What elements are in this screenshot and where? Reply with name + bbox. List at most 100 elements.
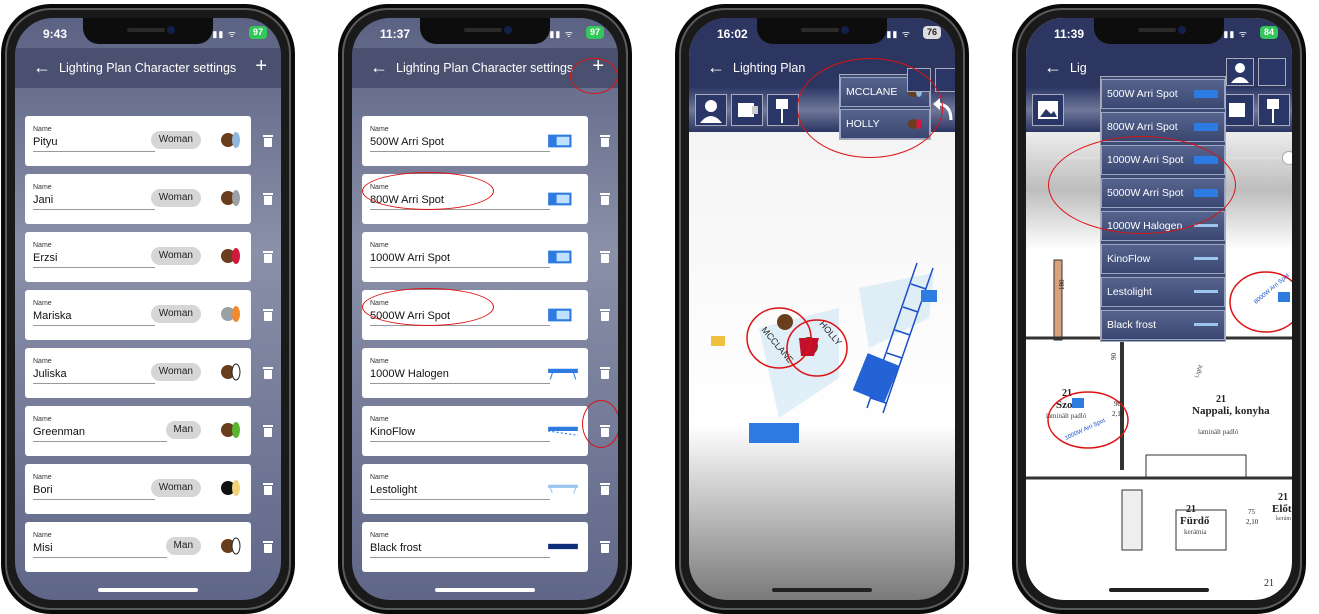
light-list: Name 500W Arri Spot Name 800W Arri Spot … <box>352 88 618 600</box>
delete-icon[interactable] <box>600 367 610 379</box>
light-row[interactable]: Name Black frost <box>362 522 588 572</box>
dimension-label: 2,10 <box>1112 410 1125 418</box>
gender-chip[interactable]: Woman <box>150 189 201 207</box>
back-arrow-icon[interactable]: ← <box>1044 57 1062 78</box>
back-arrow-icon[interactable]: ← <box>707 57 725 78</box>
character-row[interactable]: Name Juliska Woman <box>25 348 251 398</box>
notch <box>757 18 887 44</box>
signal-icon: ▮▮ ᯤ <box>212 29 237 39</box>
character-name[interactable]: Greenman <box>33 426 85 438</box>
character-name[interactable]: Erzsi <box>33 252 57 264</box>
light-row[interactable]: Name KinoFlow <box>362 406 588 456</box>
gender-chip[interactable]: Woman <box>150 305 201 323</box>
character-icon <box>221 537 241 555</box>
stand-tool-icon[interactable] <box>1258 94 1290 126</box>
delete-icon[interactable] <box>263 135 273 147</box>
lamp-menu-label: Black frost <box>1107 319 1157 331</box>
delete-icon[interactable] <box>263 367 273 379</box>
pdf-export-icon[interactable] <box>1258 58 1286 86</box>
character-accent <box>232 132 240 148</box>
light-row[interactable]: Name Lestolight <box>362 464 588 514</box>
character-row[interactable]: Name Greenman Man <box>25 406 251 456</box>
gender-chip[interactable]: Woman <box>150 247 201 265</box>
add-icon[interactable]: + <box>255 55 267 78</box>
delete-icon[interactable] <box>600 309 610 321</box>
character-name[interactable]: Mariska <box>33 310 72 322</box>
delete-icon[interactable] <box>600 251 610 263</box>
lamp-icon <box>1194 90 1218 98</box>
back-arrow-icon[interactable]: ← <box>33 57 51 78</box>
delete-icon[interactable] <box>600 193 610 205</box>
lamp-menu-item[interactable]: 500W Arri Spot <box>1101 79 1225 109</box>
light-name[interactable]: KinoFlow <box>370 426 415 438</box>
gender-chip[interactable]: Man <box>165 421 201 439</box>
light-name[interactable]: Lestolight <box>370 484 417 496</box>
delete-icon[interactable] <box>600 541 610 553</box>
light-icon <box>548 134 572 148</box>
status-time: 11:37 <box>380 27 411 41</box>
delete-icon[interactable] <box>263 483 273 495</box>
pdf-export-icon[interactable] <box>935 68 955 92</box>
character-row[interactable]: Name Bori Woman <box>25 464 251 514</box>
gender-chip[interactable]: Woman <box>150 131 201 149</box>
character-icon <box>221 480 240 496</box>
status-time: 9:43 <box>43 27 68 41</box>
delete-icon[interactable] <box>263 251 273 263</box>
character-row[interactable]: Name Pityu Woman <box>25 116 251 166</box>
light-row[interactable]: Name 500W Arri Spot <box>362 116 588 166</box>
lamp-menu-label: 800W Arri Spot <box>1107 121 1178 133</box>
light-tool-icon[interactable] <box>731 94 763 126</box>
character-row[interactable]: Name Misi Man <box>25 522 251 572</box>
light-name[interactable]: 500W Arri Spot <box>370 136 444 148</box>
field-label: Name <box>33 184 52 191</box>
light-row[interactable]: Name 1000W Arri Spot <box>362 232 588 282</box>
delete-icon[interactable] <box>600 483 610 495</box>
lamp-menu-item[interactable]: Black frost <box>1101 310 1225 340</box>
gender-chip[interactable]: Man <box>165 537 201 555</box>
character-name[interactable]: Bori <box>33 484 53 496</box>
light-icon <box>548 426 578 436</box>
delete-icon[interactable] <box>263 425 273 437</box>
lamp-menu-item[interactable]: Lestolight <box>1101 277 1225 307</box>
gender-chip[interactable]: Woman <box>150 479 201 497</box>
light-label: 1000W Arri Spot <box>1064 418 1106 442</box>
field-label: Name <box>370 416 389 423</box>
character-name[interactable]: Jani <box>33 194 53 206</box>
character-mcclane <box>777 314 793 330</box>
character-row[interactable]: Name Erzsi Woman <box>25 232 251 282</box>
back-arrow-icon[interactable]: ← <box>370 57 388 78</box>
battery-indicator: 97 <box>248 26 267 39</box>
lamp-icon <box>1194 257 1218 260</box>
character-accent <box>232 306 240 322</box>
light-tool-icon[interactable] <box>1222 94 1254 126</box>
character-name[interactable]: Juliska <box>33 368 67 380</box>
light-name[interactable]: 1000W Arri Spot <box>370 252 450 264</box>
gender-chip[interactable]: Woman <box>150 363 201 381</box>
character-accent <box>232 422 240 438</box>
character-icon <box>221 363 241 381</box>
light-name[interactable]: 1000W Halogen <box>370 368 449 380</box>
light-name[interactable]: Black frost <box>370 542 421 554</box>
status-time: 16:02 <box>717 27 748 41</box>
character-row[interactable]: Name Mariska Woman <box>25 290 251 340</box>
character-tool-icon[interactable] <box>695 94 727 126</box>
user-icon[interactable] <box>1226 58 1254 86</box>
character-name[interactable]: Misi <box>33 542 53 554</box>
delete-icon[interactable] <box>263 541 273 553</box>
character-name[interactable]: Pityu <box>33 136 57 148</box>
room-floor: kerám <box>1276 516 1291 522</box>
lamp-menu-item[interactable]: KinoFlow <box>1101 244 1225 274</box>
field-label: Name <box>33 416 52 423</box>
battery-indicator: 76 <box>922 26 941 39</box>
delete-icon[interactable] <box>263 193 273 205</box>
plan-canvas[interactable]: MCCLANE HOLLY <box>689 218 955 568</box>
character-row[interactable]: Name Jani Woman <box>25 174 251 224</box>
light-row[interactable]: Name 1000W Halogen <box>362 348 588 398</box>
stand-tool-icon[interactable] <box>767 94 799 126</box>
room-name: Nappali, konyha <box>1192 405 1270 417</box>
phone-3: 16:02 ▮▮ ᯤ 76 ← Lighting Plan MCCLANE HO… <box>679 8 965 610</box>
delete-icon[interactable] <box>600 135 610 147</box>
image-tool-icon[interactable] <box>1032 94 1064 126</box>
character-accent <box>231 363 241 381</box>
delete-icon[interactable] <box>263 309 273 321</box>
